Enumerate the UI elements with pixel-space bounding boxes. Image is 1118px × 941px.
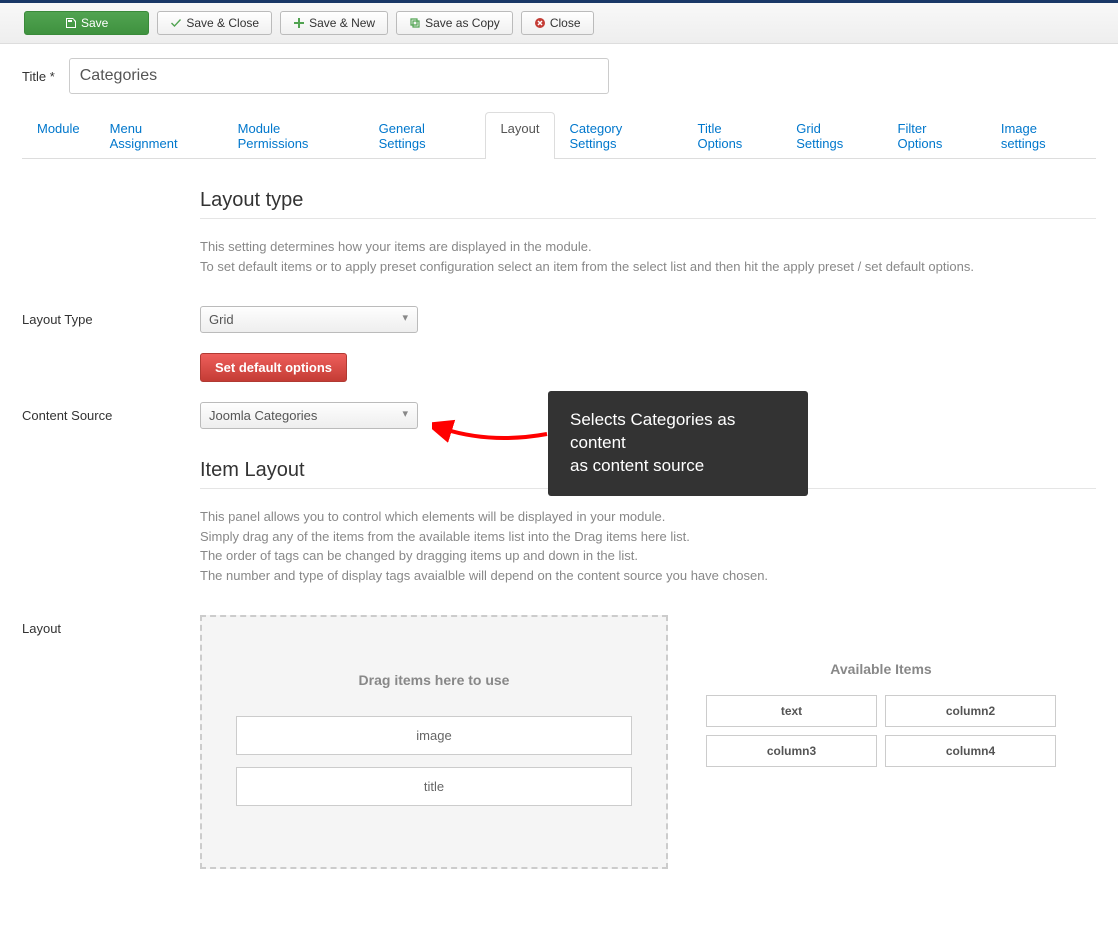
layout-builder-label: Layout	[22, 615, 200, 636]
layout-type-row: Layout Type Grid	[22, 306, 1096, 333]
tab-image-settings[interactable]: Image settings	[986, 112, 1096, 159]
annotation-callout: Selects Categories as content as content…	[548, 391, 808, 496]
tab-menu-assignment[interactable]: Menu Assignment	[95, 112, 223, 159]
layout-builder-row: Layout Drag items here to use image title…	[22, 615, 1096, 869]
save-button[interactable]: Save	[24, 11, 149, 35]
save-close-label: Save & Close	[186, 16, 259, 30]
layout-type-section: Layout type This setting determines how …	[200, 189, 1096, 276]
available-item-column4[interactable]: column4	[885, 735, 1056, 767]
layout-type-select[interactable]: Grid	[200, 306, 418, 333]
close-button[interactable]: Close	[521, 11, 594, 35]
available-panel: Available Items textcolumn2column3column…	[706, 661, 1056, 767]
layout-type-label: Layout Type	[22, 306, 200, 327]
tab-grid-settings[interactable]: Grid Settings	[781, 112, 882, 159]
tab-layout[interactable]: Layout	[485, 112, 554, 159]
set-default-row: Set default options	[22, 353, 1096, 382]
drop-zone-title: Drag items here to use	[236, 672, 632, 688]
available-item-column3[interactable]: column3	[706, 735, 877, 767]
available-item-text[interactable]: text	[706, 695, 877, 727]
apply-icon	[65, 17, 77, 29]
tab-general-settings[interactable]: General Settings	[364, 112, 486, 159]
title-input[interactable]	[69, 58, 609, 94]
save-new-label: Save & New	[309, 16, 375, 30]
tab-bar: ModuleMenu AssignmentModule PermissionsG…	[22, 112, 1096, 159]
save-close-button[interactable]: Save & Close	[157, 11, 272, 35]
drop-zone[interactable]: Drag items here to use image title	[200, 615, 668, 869]
drop-item-title[interactable]: title	[236, 767, 632, 806]
drop-item-image[interactable]: image	[236, 716, 632, 755]
item-layout-description: This panel allows you to control which e…	[200, 507, 1096, 585]
title-row: Title *	[22, 58, 1096, 94]
close-label: Close	[550, 16, 581, 30]
tab-category-settings[interactable]: Category Settings	[555, 112, 683, 159]
tab-module-permissions[interactable]: Module Permissions	[223, 112, 364, 159]
available-title: Available Items	[706, 661, 1056, 677]
title-field-label: Title *	[22, 69, 55, 84]
layout-type-description: This setting determines how your items a…	[200, 237, 1096, 276]
save-copy-button[interactable]: Save as Copy	[396, 11, 513, 35]
main-content: Title * ModuleMenu AssignmentModule Perm…	[0, 44, 1118, 929]
plus-icon	[293, 17, 305, 29]
copy-icon	[409, 17, 421, 29]
set-default-button[interactable]: Set default options	[200, 353, 347, 382]
available-item-column2[interactable]: column2	[885, 695, 1056, 727]
cancel-icon	[534, 17, 546, 29]
tab-module[interactable]: Module	[22, 112, 95, 159]
tab-filter-options[interactable]: Filter Options	[883, 112, 986, 159]
save-new-button[interactable]: Save & New	[280, 11, 388, 35]
layout-builder: Drag items here to use image title Availa…	[200, 615, 1096, 869]
content-source-label: Content Source	[22, 402, 200, 423]
action-toolbar: Save Save & Close Save & New Save as Cop…	[0, 3, 1118, 44]
save-copy-label: Save as Copy	[425, 16, 500, 30]
check-icon	[170, 17, 182, 29]
save-label: Save	[81, 16, 108, 30]
tab-title-options[interactable]: Title Options	[683, 112, 782, 159]
content-source-select[interactable]: Joomla Categories	[200, 402, 418, 429]
layout-type-heading: Layout type	[200, 189, 1096, 219]
